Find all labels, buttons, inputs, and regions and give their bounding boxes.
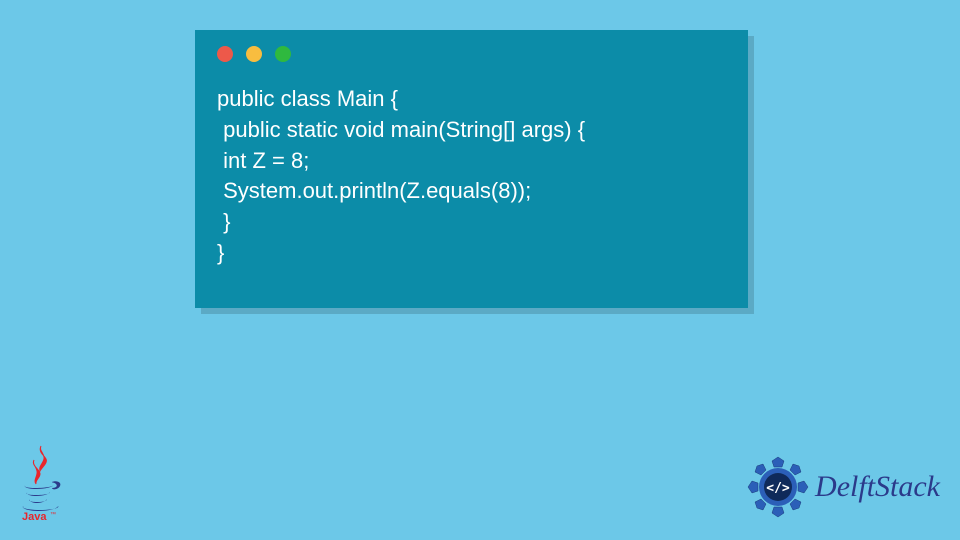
delftstack-logo: </> DelftStack bbox=[745, 454, 940, 520]
code-block: public class Main { public static void m… bbox=[195, 62, 748, 269]
svg-text:™: ™ bbox=[50, 511, 56, 518]
close-icon bbox=[217, 46, 233, 62]
java-logo-icon: Java ™ bbox=[14, 444, 68, 522]
minimize-icon bbox=[246, 46, 262, 62]
svg-text:</>: </> bbox=[766, 481, 790, 496]
maximize-icon bbox=[275, 46, 291, 62]
svg-text:Java: Java bbox=[22, 511, 47, 522]
brand-label: DelftStack bbox=[815, 470, 940, 504]
code-window: public class Main { public static void m… bbox=[195, 30, 748, 308]
window-controls bbox=[195, 30, 748, 62]
gear-emblem-icon: </> bbox=[745, 454, 811, 520]
